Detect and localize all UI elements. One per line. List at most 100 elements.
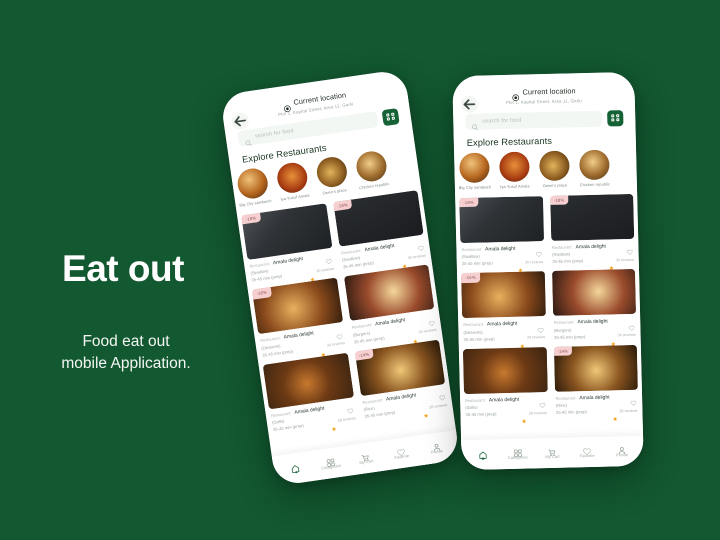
grid-icon <box>513 444 522 457</box>
star-icon <box>522 411 527 424</box>
food-card[interactable]: -18% Restaurant: Amala delight (Swallow) 35-… <box>332 189 427 270</box>
star-icon <box>520 335 525 348</box>
app-screen: Current location Plot 1, Kapital Street, … <box>219 68 461 487</box>
section-title-explore-restaurants: Explore Restaurants <box>466 135 553 148</box>
restaurant-chip[interactable]: Owen's place <box>313 154 352 196</box>
nav-item-my-cart[interactable]: My Cart <box>350 447 382 467</box>
restaurant-avatar <box>499 150 530 182</box>
review-count: 28 reviews <box>428 402 448 410</box>
nav-item-my-cart[interactable]: My Cart <box>537 443 567 459</box>
discount-badge: -14% <box>553 346 573 357</box>
food-card[interactable]: Restaurant: Amala delight (Burgers) 35-45 m… <box>343 264 437 345</box>
star-icon <box>330 418 337 432</box>
cart-icon <box>548 444 557 456</box>
heart-icon[interactable] <box>335 327 343 340</box>
restaurant-chip[interactable]: Iya Yusuf Amala <box>497 150 532 189</box>
heart-icon[interactable] <box>535 245 542 258</box>
search-icon <box>471 118 479 131</box>
nav-item-profile[interactable]: Profile <box>420 437 452 457</box>
back-button[interactable] <box>460 95 479 114</box>
review-summary: 34 reviews <box>520 335 545 348</box>
food-category: (Rice) <box>555 402 568 409</box>
heart-icon[interactable] <box>346 401 354 414</box>
restaurant-chip[interactable]: Owen's place <box>537 149 572 188</box>
nav-item-home[interactable] <box>280 458 312 476</box>
location-pin-icon <box>282 99 291 112</box>
restaurant-chip[interactable]: Big City sandwich <box>457 151 492 190</box>
nav-item-profile[interactable]: Profile <box>607 442 637 458</box>
search-input[interactable]: search for food <box>465 110 603 131</box>
active-indicator-dot <box>294 470 298 474</box>
star-icon <box>610 333 616 346</box>
heart-icon[interactable] <box>416 239 424 252</box>
heart-icon[interactable] <box>628 318 635 331</box>
heart-icon[interactable] <box>537 320 544 333</box>
restaurant-value: Amala delight <box>575 243 606 251</box>
star-icon <box>518 260 523 273</box>
food-card[interactable]: -14% Restaurant: Amala delight (Rice) 35-45 … <box>553 344 638 422</box>
food-card-meta: Restaurant: Amala delight (Swallow) 35-45 m… <box>460 241 544 273</box>
food-card-meta: Restaurant: Amala delight (Swallow) 35-45 m… <box>551 239 635 271</box>
prep-time: 35-45 min (prep) <box>554 333 586 340</box>
food-card[interactable]: Restaurant: Amala delight (Grills) 35-45 mi… <box>262 352 357 433</box>
review-summary: 30 reviews <box>400 253 426 269</box>
prep-time: 35-45 min (prep) <box>461 260 493 267</box>
review-summary: 28 reviews <box>422 402 448 419</box>
heart-icon[interactable] <box>630 394 637 407</box>
review-summary: 30 reviews <box>518 259 544 273</box>
restaurant-label: Restaurant: <box>465 397 486 403</box>
food-card[interactable]: Restaurant: Amala delight (Burgers) 35-45 m… <box>551 269 637 346</box>
heart-icon[interactable] <box>427 313 434 327</box>
nav-item-categories[interactable]: Categories <box>502 444 532 460</box>
heart-icon[interactable] <box>324 252 332 265</box>
food-category: (Swallow) <box>461 253 480 260</box>
restaurant-chip[interactable]: Chicken republic <box>352 148 391 191</box>
review-count: 30 reviews <box>315 266 335 274</box>
review-count: 30 reviews <box>525 259 544 265</box>
nav-item-favorite[interactable]: Favorite <box>572 442 602 459</box>
food-card[interactable]: Restaurant: Amala delight (Grills) 35-45 mi… <box>462 346 548 424</box>
food-category: (Grills) <box>465 405 478 411</box>
discount-badge: -16% <box>461 272 480 283</box>
qr-scan-icon <box>386 112 396 122</box>
back-button[interactable] <box>230 111 250 131</box>
restaurant-strip[interactable]: Big City sandwich Iya Yusuf Amala Owen's p… <box>454 148 637 190</box>
nav-item-label: My Cart <box>359 458 374 466</box>
heart-icon[interactable] <box>539 396 546 409</box>
star-icon <box>609 258 614 271</box>
heart-icon[interactable] <box>437 388 445 401</box>
nav-item-favorite[interactable]: Favorite <box>385 442 417 462</box>
app-header: Current location Plot 1, Kapital Street, … <box>452 72 636 153</box>
food-card-meta: Restaurant: Amala delight (Grills) 35-45 mi… <box>464 392 548 424</box>
food-card[interactable]: -18% Restaurant: Amala delight (Swallow) 35-… <box>241 203 335 283</box>
restaurant-chip[interactable]: Iya Yusuf Amala <box>273 160 312 202</box>
food-image <box>462 346 548 394</box>
food-card-grid: -18% Restaurant: Amala delight (Swallow) 35-… <box>236 181 456 456</box>
nav-item-categories[interactable]: Categories <box>315 452 347 472</box>
restaurant-label: Restaurant: <box>340 247 362 256</box>
review-count: 28 reviews <box>528 410 548 416</box>
qr-scan-button[interactable] <box>607 109 624 127</box>
food-card[interactable]: -18% Restaurant: Amala delight (Swallow) 35-… <box>459 195 544 273</box>
restaurant-label: Restaurant: <box>461 246 483 252</box>
location-title: Current location <box>522 86 576 97</box>
qr-scan-button[interactable] <box>381 107 400 126</box>
food-card[interactable]: -14% Restaurant: Amala delight (Rice) 35-45 … <box>354 339 448 419</box>
user-icon <box>617 442 626 454</box>
nav-item-home[interactable] <box>468 446 498 460</box>
restaurant-chip[interactable]: Big City sandwich <box>234 166 273 208</box>
restaurant-label: Restaurant: <box>351 322 373 331</box>
restaurant-chip[interactable]: Chicken republic <box>577 148 612 187</box>
food-card[interactable]: -18% Restaurant: Amala delight (Swallow) 35-… <box>549 193 635 271</box>
food-card[interactable]: -16% Restaurant: Amala delight (Desserts) 35… <box>461 271 546 348</box>
review-count: 34 reviews <box>418 328 437 335</box>
star-icon <box>309 269 315 282</box>
food-card[interactable]: -16% Restaurant: Amala delight (Desserts) 35… <box>251 277 346 358</box>
food-category: (Burgers) <box>553 327 572 333</box>
heart-icon[interactable] <box>626 243 633 256</box>
user-icon <box>431 438 441 452</box>
current-location[interactable]: Current location <box>463 85 625 101</box>
review-count: 28 reviews <box>337 416 356 423</box>
restaurant-label: Restaurant: <box>463 321 485 328</box>
food-image <box>551 269 637 317</box>
